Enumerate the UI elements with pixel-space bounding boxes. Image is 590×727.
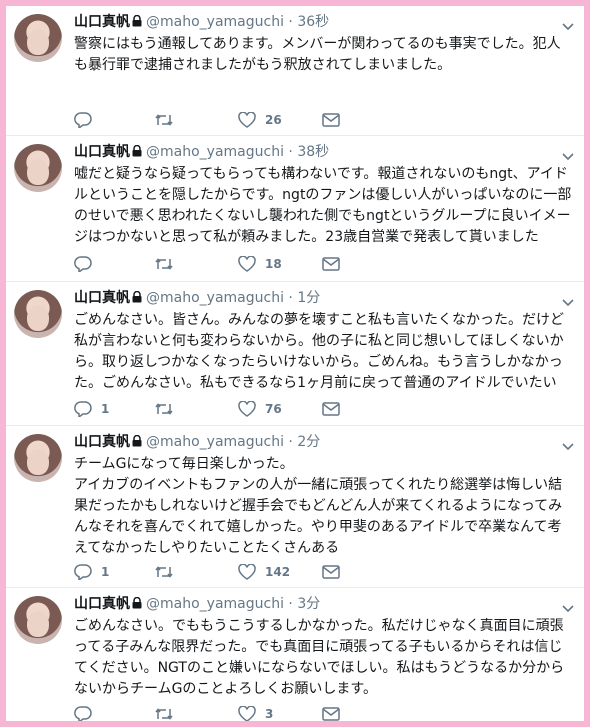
- avatar[interactable]: [14, 596, 62, 644]
- retweet-button[interactable]: [154, 399, 183, 419]
- lock-icon: [132, 143, 142, 163]
- like-count: 26: [265, 113, 282, 127]
- handle[interactable]: @maho_yamaguchi: [146, 144, 284, 160]
- handle[interactable]: @maho_yamaguchi: [146, 290, 284, 306]
- tweet-text: ごめんなさい。皆さん。みんなの夢を壊すこと私も言いたくなかった。だけど私が言わな…: [74, 312, 564, 391]
- reply-button[interactable]: 1: [74, 399, 109, 419]
- reply-icon: [74, 706, 92, 721]
- like-count: 76: [265, 402, 282, 416]
- reply-icon: [74, 564, 92, 580]
- reply-count: 1: [101, 402, 110, 416]
- timestamp[interactable]: 36秒: [297, 14, 329, 30]
- tweet-header: 山口真帆 @maho_yamaguchi · 2分: [74, 432, 320, 452]
- mail-icon: [322, 113, 340, 127]
- timeline: 山口真帆 @maho_yamaguchi · 36秒 警察にはもう通報してあります…: [6, 6, 584, 721]
- chevron-down-icon[interactable]: [562, 598, 574, 617]
- timestamp[interactable]: 1分: [297, 290, 320, 306]
- mail-icon: [322, 257, 340, 271]
- chevron-down-icon[interactable]: [562, 292, 574, 311]
- like-count: 18: [265, 257, 282, 271]
- reply-button[interactable]: 1: [74, 562, 109, 582]
- retweet-icon: [154, 401, 174, 417]
- avatar[interactable]: [14, 290, 62, 338]
- message-button[interactable]: [322, 704, 340, 721]
- reply-icon: [74, 112, 92, 128]
- message-button[interactable]: [322, 254, 340, 274]
- tweet-actions: 1 76: [74, 399, 494, 419]
- mail-icon: [322, 565, 340, 579]
- tweet-actions: 1 142: [74, 562, 494, 582]
- tweet[interactable]: 山口真帆 @maho_yamaguchi · 2分 チームGになって毎日楽しかった…: [6, 426, 584, 588]
- tweet[interactable]: 山口真帆 @maho_yamaguchi · 36秒 警察にはもう通報してあります…: [6, 6, 584, 136]
- tweet[interactable]: 山口真帆 @maho_yamaguchi · 38秒 嘘だと疑うなら疑ってもらって…: [6, 136, 584, 282]
- tweet-actions: 26: [74, 110, 494, 130]
- tweet-header: 山口真帆 @maho_yamaguchi · 36秒: [74, 12, 329, 32]
- like-button[interactable]: 142: [238, 562, 290, 582]
- retweet-button[interactable]: [154, 110, 183, 130]
- like-icon: [238, 564, 256, 580]
- display-name[interactable]: 山口真帆: [74, 596, 130, 612]
- retweet-icon: [154, 256, 174, 272]
- retweet-button[interactable]: [154, 254, 183, 274]
- reply-button[interactable]: [74, 254, 101, 274]
- reply-icon: [74, 256, 92, 272]
- like-button[interactable]: 76: [238, 399, 282, 419]
- mail-icon: [322, 402, 340, 416]
- tweet-text: 警察にはもう通報してあります。メンバーが関わってるのも事実でした。犯人も暴行罪で…: [74, 36, 561, 73]
- display-name[interactable]: 山口真帆: [74, 14, 130, 30]
- chevron-down-icon[interactable]: [562, 146, 574, 165]
- tweet-header: 山口真帆 @maho_yamaguchi · 1分: [74, 288, 320, 308]
- retweet-icon: [154, 564, 174, 580]
- reply-count: 1: [101, 565, 110, 579]
- handle[interactable]: @maho_yamaguchi: [146, 434, 284, 450]
- like-count: 142: [265, 565, 291, 579]
- message-button[interactable]: [322, 399, 340, 419]
- display-name[interactable]: 山口真帆: [74, 144, 130, 160]
- like-icon: [238, 401, 256, 417]
- reply-button[interactable]: [74, 704, 101, 721]
- tweet[interactable]: 山口真帆 @maho_yamaguchi · 1分 ごめんなさい。皆さん。みんなの…: [6, 282, 584, 426]
- handle[interactable]: @maho_yamaguchi: [146, 596, 284, 612]
- display-name[interactable]: 山口真帆: [74, 290, 130, 306]
- like-button[interactable]: 26: [238, 110, 282, 130]
- lock-icon: [132, 433, 142, 453]
- avatar[interactable]: [14, 144, 62, 192]
- like-button[interactable]: 18: [238, 254, 282, 274]
- tweet-header: 山口真帆 @maho_yamaguchi · 3分: [74, 594, 320, 614]
- tweet-text: 嘘だと疑うなら疑ってもらっても構わないです。報道されないのもngt、アイドルとい…: [74, 166, 572, 245]
- tweet[interactable]: 山口真帆 @maho_yamaguchi · 3分 ごめんなさい。でももうこうする…: [6, 588, 584, 721]
- tweet-header: 山口真帆 @maho_yamaguchi · 38秒: [74, 142, 329, 162]
- display-name[interactable]: 山口真帆: [74, 434, 130, 450]
- retweet-icon: [154, 112, 174, 128]
- tweet-text: チームGになって毎日楽しかった。 アイカブのイベントもファンの人が一緒に頑張って…: [74, 456, 563, 556]
- avatar[interactable]: [14, 434, 62, 482]
- timestamp[interactable]: 3分: [297, 596, 320, 612]
- reply-button[interactable]: [74, 110, 101, 130]
- lock-icon: [132, 289, 142, 309]
- timestamp[interactable]: 2分: [297, 434, 320, 450]
- tweet-text: ごめんなさい。でももうこうするしかなかった。私だけじゃなく真面目に頑張ってる子み…: [74, 618, 565, 697]
- chevron-down-icon[interactable]: [562, 16, 574, 35]
- like-button[interactable]: 3: [238, 704, 273, 721]
- retweet-button[interactable]: [154, 562, 183, 582]
- chevron-down-icon[interactable]: [562, 436, 574, 455]
- lock-icon: [132, 13, 142, 33]
- retweet-button[interactable]: [154, 704, 183, 721]
- handle[interactable]: @maho_yamaguchi: [146, 14, 284, 30]
- tweet-actions: 3: [74, 704, 494, 721]
- retweet-icon: [154, 706, 174, 721]
- mail-icon: [322, 707, 340, 721]
- avatar[interactable]: [14, 14, 62, 62]
- like-icon: [238, 706, 256, 721]
- reply-icon: [74, 401, 92, 417]
- like-icon: [238, 256, 256, 272]
- tweet-actions: 18: [74, 254, 494, 274]
- message-button[interactable]: [322, 562, 340, 582]
- like-count: 3: [265, 707, 274, 721]
- like-icon: [238, 112, 256, 128]
- message-button[interactable]: [322, 110, 340, 130]
- timestamp[interactable]: 38秒: [297, 144, 329, 160]
- lock-icon: [132, 595, 142, 615]
